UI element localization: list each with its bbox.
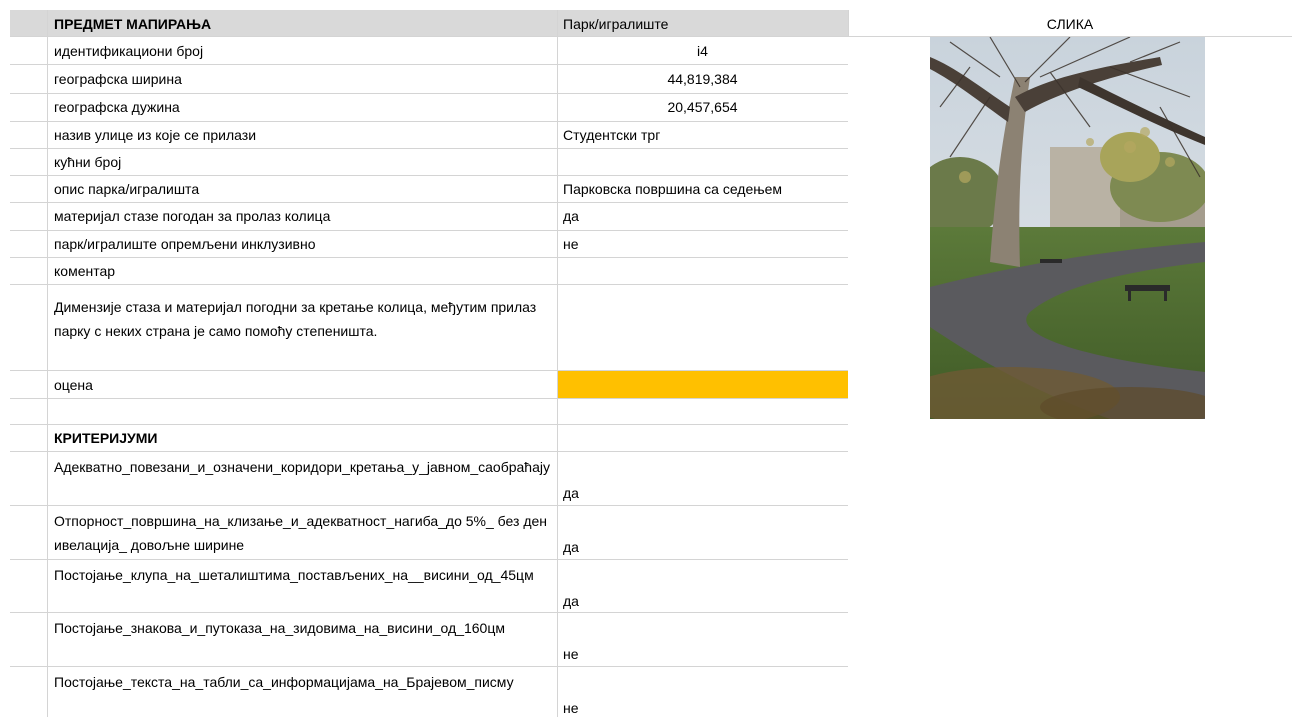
row-value-path-material: да (563, 208, 579, 224)
header-label: ПРЕДМЕТ МАПИРАЊА (54, 16, 212, 32)
row-label-comment: коментар (54, 263, 116, 279)
criteria-label-2: Отпорност_површина_на_клизање_и_адекватн… (54, 513, 548, 553)
row-value-id: i4 (697, 43, 708, 59)
row-value-latitude: 44,819,384 (667, 71, 738, 87)
row-label-inclusive: парк/игралиште опремљени инклузивно (54, 236, 316, 252)
criteria-value-2: да (563, 539, 579, 555)
row-value-street: Студентски трг (563, 127, 661, 143)
rating-label: оцена (54, 377, 93, 393)
row-value-inclusive: не (563, 236, 579, 252)
criteria-value-1: да (563, 485, 579, 501)
row-value-description: Парковска површина са седењем (563, 181, 783, 197)
park-photo (930, 37, 1205, 419)
row-label-id: идентификациони број (54, 43, 204, 59)
criteria-value-5: не (563, 700, 579, 716)
row-label-street: назив улице из које се прилази (54, 127, 257, 143)
row-label-longitude: географска дужина (54, 99, 180, 115)
header-value: Парк/игралиште (563, 16, 669, 32)
row-label-path-material: материјал стазе погодан за пролаз колица (54, 208, 331, 224)
criteria-value-3: да (563, 593, 579, 609)
criteria-header: КРИТЕРИЈУМИ (54, 430, 158, 446)
criteria-label-1: Адекватно_повезани_и_означени_коридори_к… (54, 459, 550, 475)
row-label-latitude: географска ширина (54, 71, 182, 87)
image-header: СЛИКА (1046, 16, 1094, 32)
spreadsheet: ПРЕДМЕТ МАПИРАЊА Парк/игралиште СЛИКА ид… (0, 0, 1292, 717)
rating-color-cell (558, 371, 848, 398)
criteria-value-4: не (563, 646, 579, 662)
row-label-description: опис парка/игралишта (54, 181, 200, 197)
criteria-label-3: Постојање_клупа_на_шеталиштима_постављен… (54, 567, 534, 583)
row-value-longitude: 20,457,654 (667, 99, 738, 115)
row-label-house-number: кућни број (54, 154, 122, 170)
comment-text: Димензије стаза и материјал погодни за к… (54, 299, 537, 339)
criteria-label-4: Постојање_знакова_и_путоказа_на_зидовима… (54, 620, 505, 636)
criteria-label-5: Постојање_текста_на_табли_са_информација… (54, 674, 514, 690)
